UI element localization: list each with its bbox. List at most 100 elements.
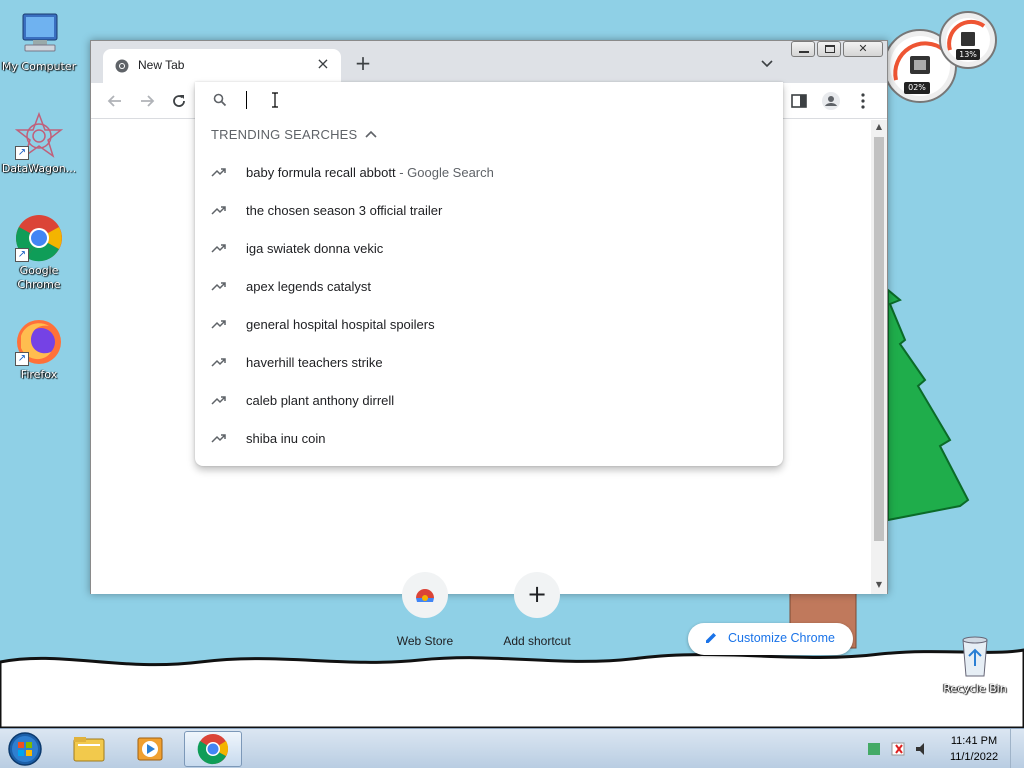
taskbar-media-player[interactable]: [122, 731, 180, 767]
cpu-value: 02%: [904, 82, 930, 94]
profile-avatar-icon[interactable]: [821, 91, 841, 111]
start-button[interactable]: [6, 731, 44, 767]
cpu-meter-gadget[interactable]: 02% 13%: [883, 8, 1002, 108]
scrollbar-thumb[interactable]: [874, 137, 884, 541]
desktop-icon-firefox[interactable]: ↗ Firefox: [0, 318, 78, 382]
chrome-icon: [197, 734, 229, 765]
trending-icon: [211, 168, 226, 177]
system-tray: [866, 739, 936, 759]
desktop-icon-label: Firefox: [20, 368, 58, 381]
new-tab-button[interactable]: +: [353, 53, 373, 74]
computer-icon: [15, 10, 63, 58]
search-icon: [213, 93, 227, 107]
shortcut-name: Add shortcut: [503, 634, 571, 648]
suggestion-item[interactable]: baby formula recall abbott - Google Sear…: [195, 154, 783, 192]
firefox-icon: ↗: [15, 318, 63, 366]
suggestion-query: baby formula recall abbott: [246, 165, 396, 180]
suggestion-query: caleb plant anthony dirrell: [246, 393, 395, 408]
desktop-icon-google-chrome[interactable]: ↗ Google Chrome: [0, 214, 78, 292]
suggestion-list: baby formula recall abbott - Google Sear…: [195, 154, 783, 458]
media-player-icon: [137, 737, 163, 761]
chrome-favicon-icon: [115, 59, 129, 73]
text-caret: [246, 91, 247, 109]
forward-icon[interactable]: [137, 91, 157, 111]
shortcut-arrow-icon: ↗: [15, 352, 29, 366]
customize-label: Customize Chrome: [728, 631, 835, 645]
suggestion-item[interactable]: general hospital hospital spoilers: [195, 306, 783, 344]
side-panel-icon[interactable]: [789, 91, 809, 111]
minimize-button[interactable]: [791, 41, 815, 57]
suggestion-item[interactable]: iga swiatek donna vekic: [195, 230, 783, 268]
desktop-icon-label: DataWagon...: [1, 162, 77, 175]
chevron-down-icon[interactable]: [759, 56, 775, 72]
trending-icon: [211, 396, 226, 405]
shortcut-web-store[interactable]: Web Store: [375, 572, 475, 648]
desktop-icon-recycle-bin[interactable]: Recycle Bin: [936, 632, 1014, 696]
shortcut-arrow-icon: ↗: [15, 146, 29, 160]
desktop-icon-datawagon[interactable]: ↗ DataWagon...: [0, 111, 78, 176]
trending-icon: [211, 206, 226, 215]
suggestion-query: the chosen season 3 official trailer: [246, 203, 443, 218]
window-controls: ✕: [791, 41, 885, 57]
datawagon-icon: ↗: [14, 111, 64, 160]
suggestion-query: general hospital hospital spoilers: [246, 317, 435, 332]
suggestion-item[interactable]: the chosen season 3 official trailer: [195, 192, 783, 230]
customize-chrome-button[interactable]: Customize Chrome: [688, 623, 853, 655]
scroll-down-arrow-icon[interactable]: ▼: [871, 578, 887, 592]
scroll-up-arrow-icon[interactable]: ▲: [871, 120, 887, 134]
desktop-icon-label: My Computer: [1, 60, 77, 73]
shortcut-add[interactable]: + Add shortcut: [487, 572, 587, 648]
suggestion-item[interactable]: caleb plant anthony dirrell: [195, 382, 783, 420]
suggestion-query: apex legends catalyst: [246, 279, 372, 294]
clock[interactable]: 11:41 PM 11/1/2022: [944, 733, 1004, 765]
trending-icon: [211, 244, 226, 253]
taskbar-chrome[interactable]: [184, 731, 242, 767]
trending-icon: [211, 320, 226, 329]
address-bar[interactable]: [195, 82, 783, 118]
close-window-button[interactable]: ✕: [843, 41, 883, 57]
clock-date: 11/1/2022: [949, 751, 999, 763]
reload-icon[interactable]: [169, 91, 189, 111]
vertical-scrollbar[interactable]: ▲ ▼: [871, 120, 887, 594]
suggestion-item[interactable]: apex legends catalyst: [195, 268, 783, 306]
omnibox-dropdown: TRENDING SEARCHES baby formula recall ab…: [195, 82, 783, 466]
volume-icon: [916, 743, 924, 755]
clock-time: 11:41 PM: [950, 735, 998, 747]
suggestion-query: haverhill teachers strike: [246, 355, 383, 370]
folder-icon: [73, 737, 105, 762]
trending-icon: [211, 358, 226, 367]
back-icon[interactable]: [105, 91, 125, 111]
recycle-bin-icon: [951, 632, 999, 680]
chevron-up-icon[interactable]: [365, 129, 377, 139]
suggestion-item[interactable]: shiba inu coin: [195, 420, 783, 458]
suggestion-query: shiba inu coin: [246, 431, 326, 446]
shortcut-name: Web Store: [396, 634, 454, 648]
close-tab-icon[interactable]: ×: [315, 56, 331, 72]
maximize-button[interactable]: [817, 41, 841, 57]
trending-icon: [211, 282, 226, 291]
more-menu-icon[interactable]: [853, 91, 873, 111]
suggestion-query: iga swiatek donna vekic: [246, 241, 384, 256]
network-icon: [868, 743, 880, 755]
chrome-icon: ↗: [15, 214, 63, 262]
show-desktop-button[interactable]: [1010, 729, 1024, 768]
ibeam-cursor-icon: [272, 92, 278, 108]
desktop-icon-label: Recycle Bin: [943, 682, 1007, 695]
pencil-icon: [706, 633, 716, 643]
tab-new-tab[interactable]: New Tab ×: [103, 49, 341, 83]
web-store-icon: [402, 572, 448, 618]
tab-strip: New Tab × + ✕: [91, 41, 887, 83]
plus-icon: +: [514, 572, 560, 618]
suggestion-suffix: - Google Search: [395, 165, 494, 180]
tray-icons: [868, 742, 924, 756]
trending-icon: [211, 434, 226, 443]
desktop-icon-label: Google Chrome: [17, 264, 61, 291]
trending-searches-header: TRENDING SEARCHES: [211, 127, 358, 142]
taskbar: 11:41 PM 11/1/2022: [0, 728, 1024, 768]
shortcut-arrow-icon: ↗: [15, 248, 29, 262]
tab-title: New Tab: [138, 58, 185, 72]
desktop-icon-my-computer[interactable]: My Computer: [0, 10, 78, 74]
suggestion-item[interactable]: haverhill teachers strike: [195, 344, 783, 382]
taskbar-explorer[interactable]: [60, 731, 118, 767]
memory-value: 13%: [956, 49, 980, 60]
